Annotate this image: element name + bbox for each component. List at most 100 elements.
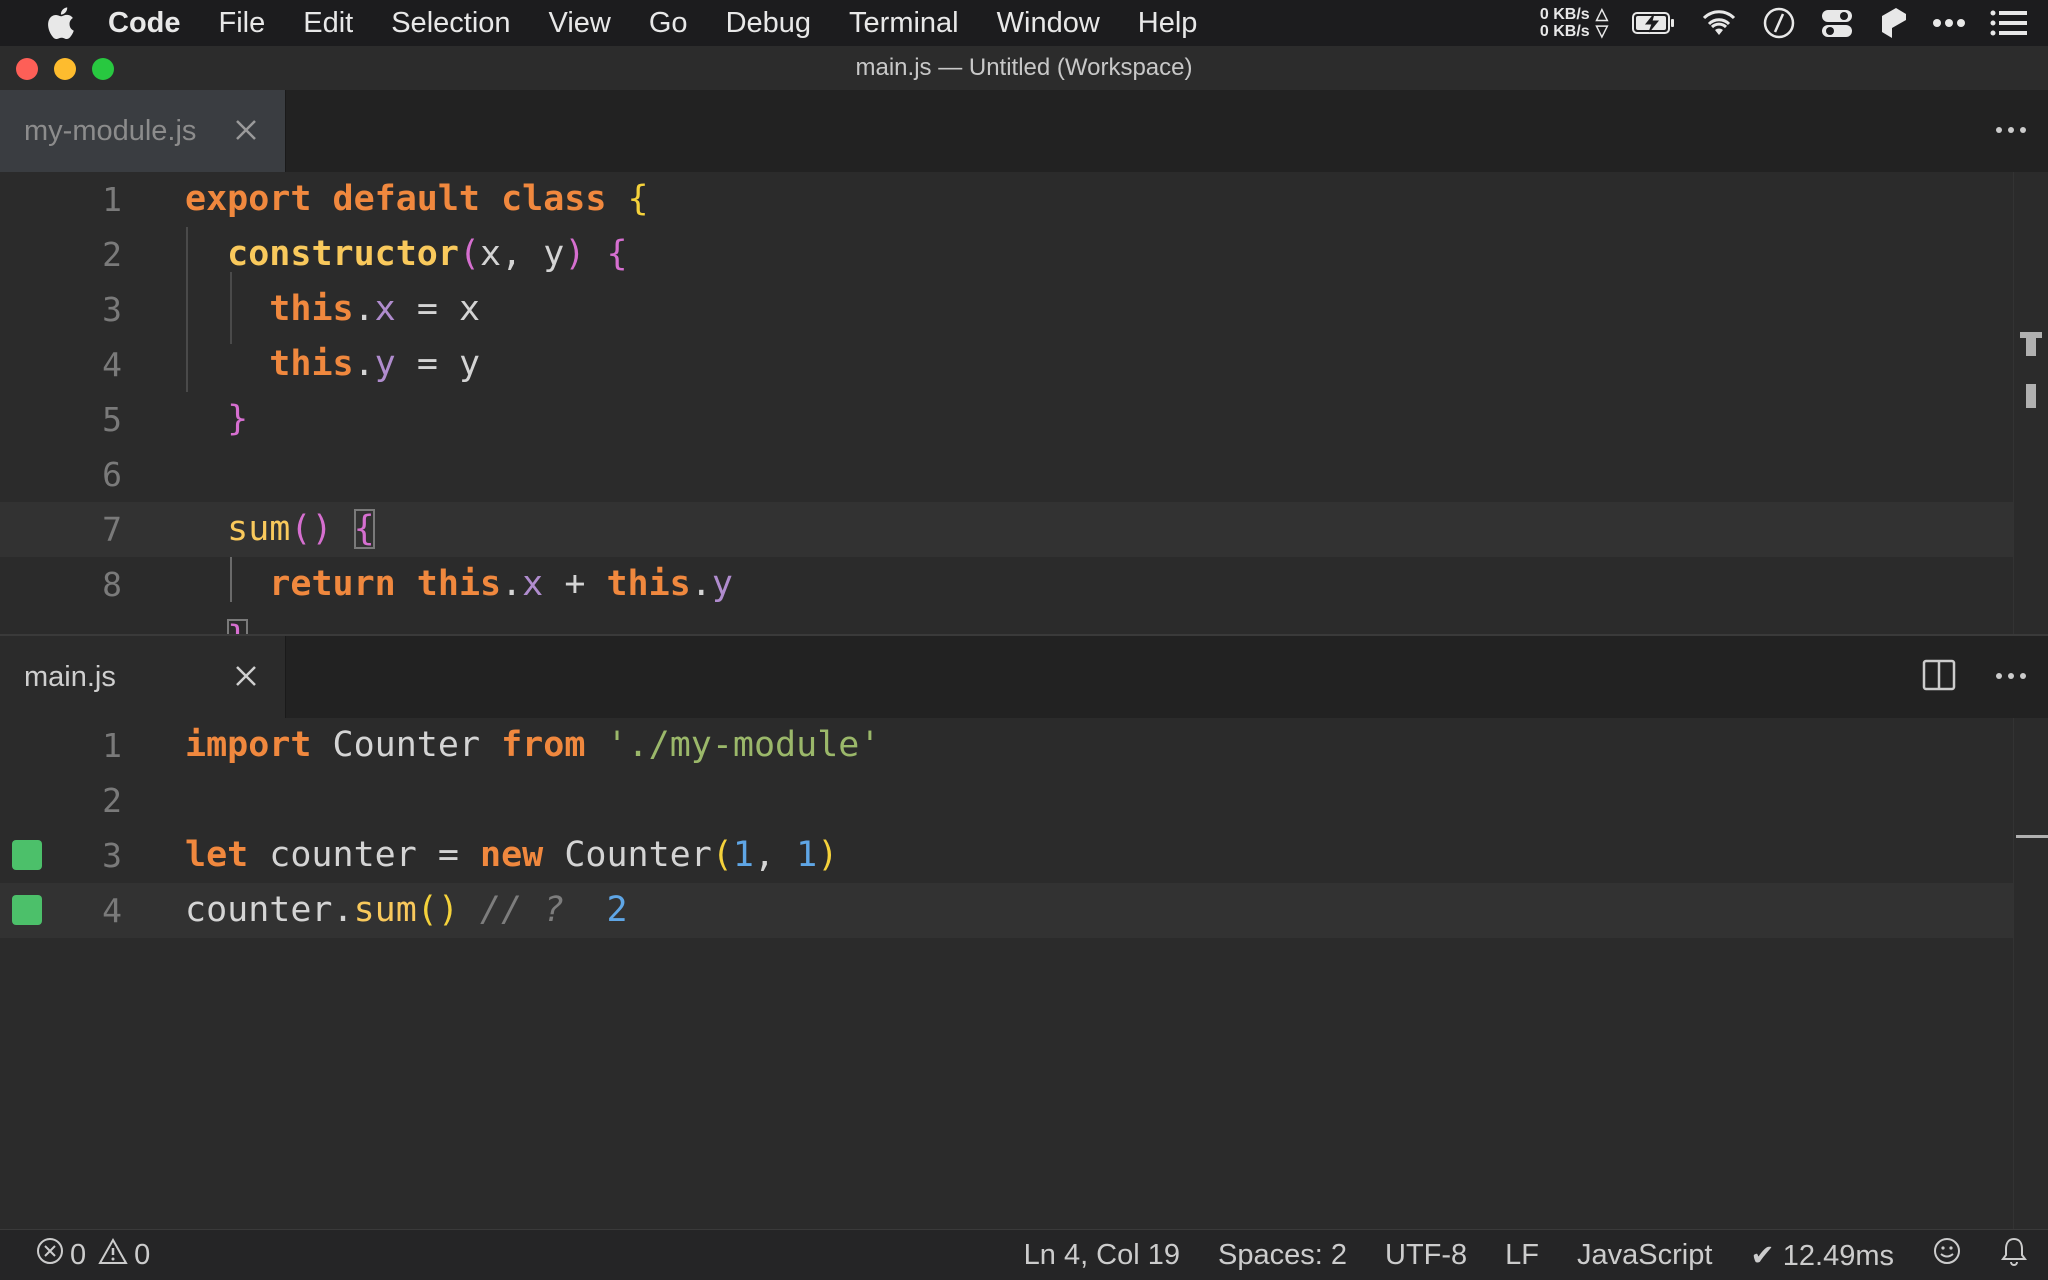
menu-go[interactable]: Go — [649, 7, 688, 40]
code-line: 2 constructor(x, y) { — [0, 227, 2014, 282]
code-line: 3 let counter = new Counter(1, 1) — [0, 828, 2014, 883]
quokka-timing[interactable]: ✔ 12.49ms — [1750, 1238, 1894, 1273]
code-line: 8 return this.x + this.y — [0, 557, 2014, 612]
code-line: 5 } — [0, 392, 2014, 447]
menu-window[interactable]: Window — [997, 7, 1100, 40]
error-count: 0 — [70, 1238, 87, 1271]
line-number: 4 — [102, 891, 122, 930]
notifications-bell-icon[interactable] — [2000, 1236, 2028, 1274]
menu-view[interactable]: View — [549, 7, 611, 40]
code-line-partial: } — [0, 612, 2014, 634]
overview-ruler-top[interactable] — [2013, 172, 2048, 634]
code-text: } — [227, 399, 249, 439]
close-tab-icon[interactable] — [231, 661, 261, 691]
tab-my-module[interactable]: my-module.js — [0, 90, 286, 172]
menu-edit[interactable]: Edit — [303, 7, 353, 40]
indentation[interactable]: Spaces: 2 — [1218, 1239, 1347, 1272]
overview-ruler-bottom[interactable] — [2013, 718, 2048, 1276]
code-line: 4 this.y = y — [0, 337, 2014, 392]
code-line: 6 — [0, 447, 2014, 502]
code-text: this.x = x — [269, 289, 481, 329]
overview-marker — [2026, 332, 2036, 356]
tab-label: main.js — [24, 660, 116, 693]
close-tab-icon[interactable] — [231, 115, 261, 145]
menu-file[interactable]: File — [219, 7, 266, 40]
language-mode[interactable]: JavaScript — [1577, 1239, 1712, 1272]
code-text: } — [185, 612, 249, 634]
tab-label: my-module.js — [24, 114, 197, 147]
warning-icon — [98, 1237, 128, 1273]
line-number: 2 — [102, 781, 122, 820]
cursor-position[interactable]: Ln 4, Col 19 — [1024, 1239, 1180, 1272]
wifi-icon[interactable] — [1700, 9, 1738, 37]
warning-count: 0 — [134, 1238, 151, 1271]
menu-app-name[interactable]: Code — [108, 7, 181, 40]
code-text: counter.sum() // ? 2 — [185, 890, 628, 930]
end-of-line[interactable]: LF — [1505, 1239, 1539, 1272]
title-bar[interactable]: main.js — Untitled (Workspace) — [0, 46, 2048, 91]
download-arrow-icon: ▽ — [1595, 23, 1608, 40]
window-title: main.js — Untitled (Workspace) — [855, 54, 1193, 81]
code-editor-top[interactable]: 1 export default class { 2 constructor(x… — [0, 172, 2048, 634]
code-text: return this.x + this.y — [269, 564, 733, 604]
menubar-status-area: 0 KB/s △ 0 KB/s ▽ — [1540, 0, 2028, 46]
menu-help[interactable]: Help — [1138, 7, 1198, 40]
status-bar-right: Ln 4, Col 19 Spaces: 2 UTF-8 LF JavaScri… — [1024, 1230, 2028, 1280]
more-icon[interactable] — [1932, 18, 1966, 28]
tab-bar-bottom: main.js — [0, 636, 2048, 718]
editor-actions-top — [1994, 90, 2028, 172]
code-text: this.y = y — [269, 344, 481, 384]
line-number: 3 — [102, 836, 122, 875]
code-text: let counter = new Counter(1, 1) — [185, 835, 839, 875]
more-actions-icon[interactable] — [1994, 122, 2028, 140]
code-text: import Counter from './my-module' — [185, 725, 881, 765]
line-number: 7 — [102, 510, 122, 549]
menu-debug[interactable]: Debug — [726, 7, 811, 40]
menu-selection[interactable]: Selection — [391, 7, 510, 40]
code-editor-bottom[interactable]: 1 import Counter from './my-module' 2 3 … — [0, 718, 2048, 1276]
line-number: 1 — [102, 726, 122, 765]
vscode-window: main.js — Untitled (Workspace) my-module… — [0, 46, 2048, 1280]
encoding[interactable]: UTF-8 — [1385, 1239, 1467, 1272]
feedback-smiley-icon[interactable] — [1932, 1236, 1962, 1274]
net-upload-rate: 0 KB/s — [1539, 6, 1590, 23]
line-number: 4 — [102, 345, 122, 384]
menu-terminal[interactable]: Terminal — [849, 7, 959, 40]
code-line: 1 import Counter from './my-module' — [0, 718, 2014, 773]
tab-bar-top: my-module.js — [0, 90, 2048, 172]
editor-group-top: my-module.js 1 export default class {2 … — [0, 90, 2048, 634]
upload-arrow-icon: △ — [1595, 6, 1608, 23]
code-line-current: 7 sum() { — [0, 502, 2014, 557]
code-line-current: 4 counter.sum() // ? 2 — [0, 883, 2014, 938]
split-editor-icon[interactable] — [1922, 659, 1956, 696]
network-monitor[interactable]: 0 KB/s △ 0 KB/s ▽ — [1540, 6, 1608, 40]
app-icon[interactable] — [1878, 6, 1908, 40]
error-icon — [36, 1237, 64, 1273]
code-text: sum() { — [227, 509, 375, 549]
status-bar: 0 0 Ln 4, Col 19 Spaces: 2 UTF-8 LF Java… — [0, 1229, 2048, 1280]
overview-marker — [2016, 835, 2048, 838]
code-text: export default class { — [185, 179, 649, 219]
list-icon[interactable] — [1990, 10, 2028, 36]
code-line: 1 export default class { — [0, 172, 2014, 227]
line-number: 6 — [102, 455, 122, 494]
net-download-rate: 0 KB/s — [1539, 23, 1590, 40]
line-number: 3 — [102, 290, 122, 329]
editor-actions-bottom — [1922, 636, 2028, 718]
line-number: 5 — [102, 400, 122, 439]
battery-charging-icon[interactable] — [1632, 11, 1676, 35]
overview-marker — [2026, 384, 2036, 408]
code-line: 2 — [0, 773, 2014, 828]
code-text: constructor(x, y) { — [227, 234, 628, 274]
more-actions-icon[interactable] — [1994, 668, 2028, 686]
tab-main-js[interactable]: main.js — [0, 636, 286, 718]
menu-bar: Code File Edit Selection View Go Debug T… — [0, 0, 2048, 46]
line-number: 2 — [102, 235, 122, 274]
time-machine-icon[interactable] — [1762, 6, 1796, 40]
control-center-icon[interactable] — [1820, 6, 1854, 40]
apple-icon[interactable] — [40, 5, 80, 41]
problems-indicator[interactable]: 0 0 — [36, 1237, 150, 1273]
editor-group-bottom: main.js 1 import Counter from './my-modu… — [0, 636, 2048, 1276]
code-line: 3 this.x = x — [0, 282, 2014, 337]
line-number: 1 — [102, 180, 122, 219]
